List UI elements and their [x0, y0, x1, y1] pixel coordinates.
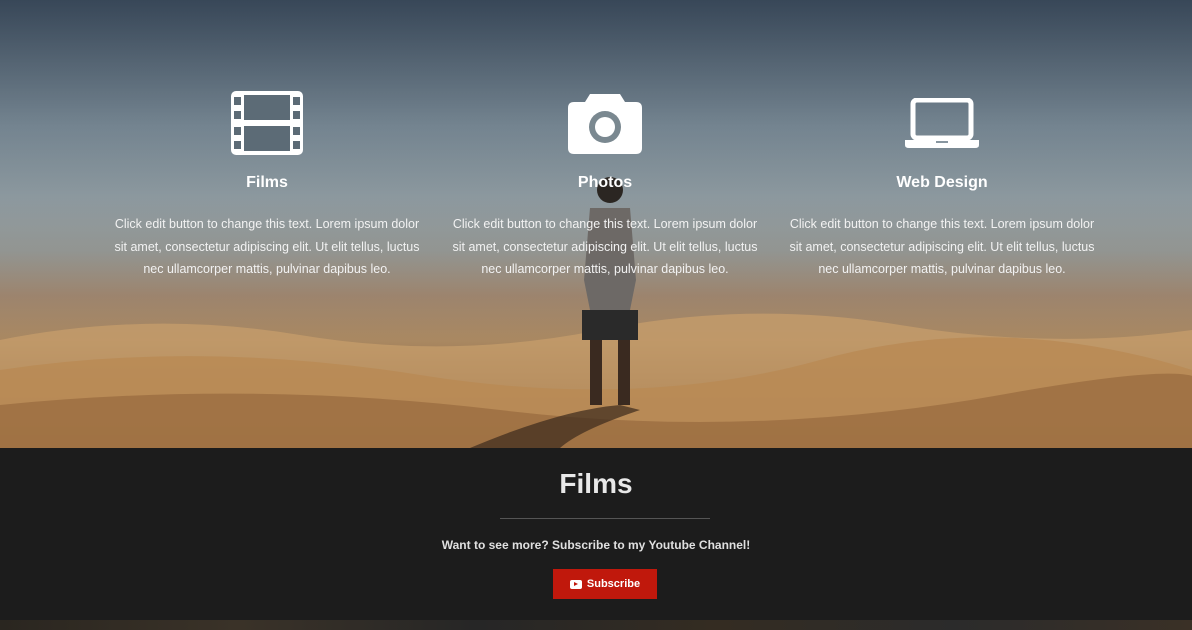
- feature-description: Click edit button to change this text. L…: [789, 217, 1095, 276]
- feature-description: Click edit button to change this text. L…: [114, 217, 420, 276]
- film-icon: [107, 88, 427, 158]
- feature-description: Click edit button to change this text. L…: [452, 217, 758, 276]
- features-section: Films Click edit button to change this t…: [0, 0, 1192, 448]
- section-subtitle: Want to see more? Subscribe to my Youtub…: [441, 538, 751, 552]
- camera-icon: [445, 88, 765, 158]
- subscribe-button[interactable]: Subscribe: [553, 569, 657, 599]
- youtube-icon: [569, 579, 582, 589]
- laptop-icon: [782, 88, 1102, 158]
- films-section: Films Want to see more? Subscribe to my …: [0, 448, 1192, 630]
- subscribe-button-label: Subscribe: [586, 578, 641, 590]
- section-title: Films: [559, 468, 633, 499]
- feature-title: Photos: [577, 174, 633, 191]
- gallery-preview-strip: [0, 620, 1192, 630]
- title-divider: [500, 518, 710, 519]
- feature-title: Web Design: [896, 174, 988, 191]
- feature-title: Films: [246, 174, 288, 191]
